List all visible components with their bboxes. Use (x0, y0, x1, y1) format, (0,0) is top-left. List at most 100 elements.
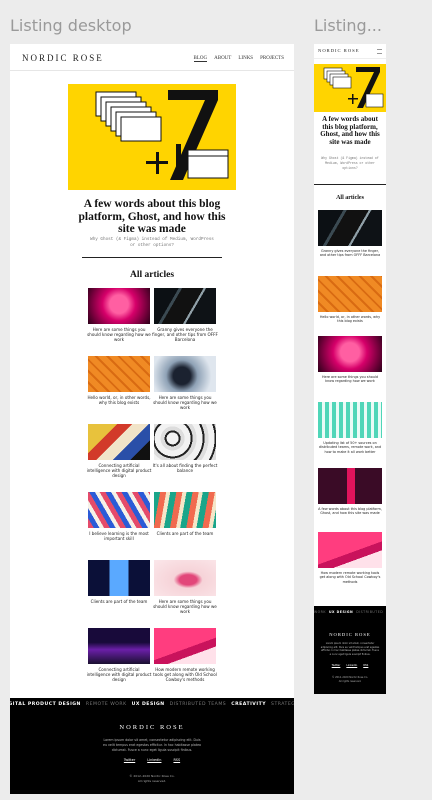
article-caption[interactable]: It's all about finding the perfect balan… (152, 463, 218, 473)
article-caption[interactable]: Here are some things you should know reg… (152, 599, 218, 614)
topics-ticker: DIGITAL PRODUCT DESIGN REMOTE WORK UX DESI… (10, 702, 294, 707)
hamburger-icon[interactable] (377, 49, 382, 54)
article-card[interactable]: Clients are part of the team (88, 560, 150, 620)
mobile-article-card[interactable]: Granny gives everyone the finger, and ot… (318, 210, 382, 270)
mobile-site-logo[interactable]: NORDIC ROSE (318, 48, 360, 53)
mobile-hero-graphic-icon (323, 67, 384, 108)
mobile-article-thumbnail[interactable] (318, 468, 382, 504)
article-card[interactable]: Connecting artificial intelligence with … (86, 424, 152, 484)
article-thumbnail[interactable] (154, 492, 216, 528)
article-thumbnail[interactable] (88, 628, 150, 664)
article-thumbnail[interactable] (88, 356, 150, 392)
article-card[interactable]: How modern remote working tools get alon… (152, 628, 218, 688)
hero-subtitle: Why Ghost (& Figma) instead of Medium, W… (90, 237, 214, 249)
mobile-article-card[interactable]: Updating list of 50+ sources on distribu… (318, 402, 382, 462)
mobile-article-card[interactable]: How modern remote working tools get alon… (318, 532, 382, 592)
article-card[interactable]: Hello world, or, in other words, why thi… (86, 356, 152, 416)
mobile-article-thumbnail[interactable] (318, 336, 382, 372)
article-thumbnail[interactable] (154, 424, 216, 460)
ticker-topic: DISTRIBUTED TEAMS (169, 702, 227, 707)
frame-label-mobile: Listing... (314, 16, 382, 35)
mobile-article-caption[interactable]: Hello world, or, in other words, why thi… (318, 315, 382, 324)
footer-link-twitter[interactable]: Twitter (124, 758, 135, 762)
mobile-footer-link-twitter[interactable]: Twitter (332, 664, 341, 667)
nav-projects[interactable]: PROJECTS (260, 56, 284, 62)
mobile-hero-divider (314, 184, 386, 185)
mobile-article-card[interactable]: Hello world, or, in other words, why thi… (318, 276, 382, 336)
mobile-article-thumbnail[interactable] (318, 532, 382, 568)
mobile-hero-illustration (314, 64, 386, 112)
mobile-article-caption[interactable]: How modern remote working tools get alon… (318, 571, 382, 584)
article-thumbnail[interactable] (88, 560, 150, 596)
article-card[interactable]: It's all about finding the perfect balan… (152, 424, 218, 484)
nav-about[interactable]: ABOUT (214, 56, 231, 62)
mobile-article-thumbnail[interactable] (318, 402, 382, 438)
article-card[interactable]: I believe learning is the most important… (88, 492, 150, 552)
hero-title[interactable]: A few words about this blog platform, Gh… (70, 198, 234, 236)
mobile-hero-title[interactable]: A few words about this blog platform, Gh… (317, 115, 383, 147)
ticker-topic: STRATEGY (271, 702, 294, 707)
mobile-article-thumbnail[interactable] (318, 210, 382, 246)
article-caption[interactable]: I believe learning is the most important… (86, 531, 152, 541)
mobile-footer-link-linkedin[interactable]: LinkedIn (346, 664, 357, 667)
desktop-frame: NORDIC ROSE BLOG ABOUT LINKS PROJECTS A … (10, 44, 294, 794)
mobile-article-caption[interactable]: Updating list of 50+ sources on distribu… (318, 441, 382, 454)
mobile-article-thumbnail[interactable] (318, 276, 382, 312)
footer-blurb: Lorem ipsum dolor sit amet, consectetur … (103, 738, 201, 752)
article-caption[interactable]: Here are some things you should know reg… (152, 395, 218, 410)
mobile-footer-logo[interactable]: NORDIC ROSE (314, 632, 386, 637)
article-thumbnail[interactable] (154, 628, 216, 664)
site-logo[interactable]: NORDIC ROSE (22, 53, 104, 63)
article-caption[interactable]: Clients are part of the team (152, 531, 218, 536)
article-card[interactable]: Here are some things you should know reg… (86, 288, 152, 348)
article-card[interactable]: Here are some things you should know reg… (152, 356, 218, 416)
hero-graphic-icon (95, 90, 229, 180)
ticker-topic: UX DESIGN (131, 702, 165, 707)
article-caption[interactable]: Connecting artificial intelligence with … (86, 667, 152, 682)
ticker-topic: DISTRIBUTED (356, 610, 384, 614)
mobile-article-caption[interactable]: Granny gives everyone the finger, and ot… (318, 249, 382, 258)
article-thumbnail[interactable] (154, 288, 216, 324)
ticker-topic: DIGITAL PRODUCT DESIGN (10, 702, 81, 707)
article-thumbnail[interactable] (154, 356, 216, 392)
ticker-topic: WORK (314, 610, 326, 614)
footer-copyright: © 2012–2020 Nordic Rose Co. All rights r… (129, 774, 175, 783)
article-card[interactable]: Connecting artificial intelligence with … (86, 628, 152, 688)
hero-illustration (68, 84, 236, 190)
footer-link-linkedin[interactable]: LinkedIn (147, 758, 161, 762)
footer-link-rss[interactable]: RSS (173, 758, 180, 762)
article-thumbnail[interactable] (88, 424, 150, 460)
mobile-article-card[interactable]: A few words about this blog platform, Gh… (318, 468, 382, 528)
footer-logo[interactable]: NORDIC ROSE (10, 724, 294, 731)
footer-links: Twitter LinkedIn RSS (10, 758, 294, 762)
mobile-article-caption[interactable]: Here are some things you should know reg… (318, 375, 382, 384)
mobile-footer: WORK UX DESIGN DISTRIBUTED NORDIC ROSE Lor… (314, 606, 386, 694)
header-divider (10, 70, 294, 71)
article-card[interactable]: Here are some things you should know reg… (152, 560, 218, 620)
article-caption[interactable]: Here are some things you should know reg… (86, 327, 152, 342)
article-caption[interactable]: Connecting artificial intelligence with … (86, 463, 152, 478)
mobile-article-caption[interactable]: A few words about this blog platform, Gh… (318, 507, 382, 516)
mobile-topics-ticker: WORK UX DESIGN DISTRIBUTED (314, 610, 386, 614)
ticker-topic: UX DESIGN (328, 610, 354, 614)
nav-blog[interactable]: BLOG (193, 56, 208, 62)
article-caption[interactable]: Hello world, or, in other words, why thi… (86, 395, 152, 405)
article-card[interactable]: Granny gives everyone the finger, and ot… (152, 288, 218, 348)
mobile-frame: NORDIC ROSE A few words about this blog … (314, 44, 386, 694)
mobile-hero-subtitle: Why Ghost (& Figma) instead of Medium, W… (321, 156, 379, 170)
main-nav: BLOG ABOUT LINKS PROJECTS (193, 56, 284, 62)
mobile-header-divider (314, 58, 386, 59)
article-thumbnail[interactable] (154, 560, 216, 596)
article-card[interactable]: Clients are part of the team (154, 492, 216, 552)
mobile-footer-blurb: Lorem ipsum dolor sit amet, consectetur … (320, 642, 380, 656)
mobile-footer-links: Twitter LinkedIn RSS (314, 664, 386, 667)
nav-links[interactable]: LINKS (238, 56, 253, 62)
article-thumbnail[interactable] (88, 492, 150, 528)
article-caption[interactable]: How modern remote working tools get alon… (152, 667, 218, 682)
article-caption[interactable]: Clients are part of the team (86, 599, 152, 604)
mobile-footer-link-rss[interactable]: RSS (363, 664, 368, 667)
article-caption[interactable]: Granny gives everyone the finger, and ot… (152, 327, 218, 342)
mobile-section-title: All articles (336, 195, 364, 201)
article-thumbnail[interactable] (88, 288, 150, 324)
mobile-article-card[interactable]: Here are some things you should know reg… (318, 336, 382, 396)
